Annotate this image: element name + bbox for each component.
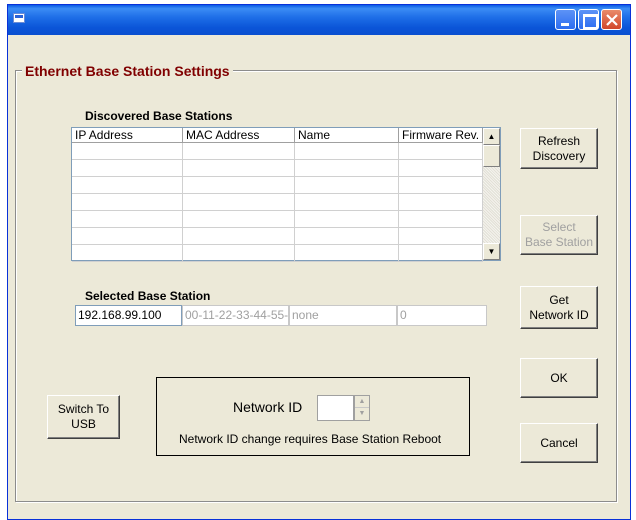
ok-button[interactable]: OK	[520, 358, 598, 398]
cancel-button[interactable]: Cancel	[520, 423, 598, 463]
app-icon[interactable]	[13, 13, 25, 23]
row-cell-name	[295, 160, 399, 177]
arrow-down-icon: ▼	[487, 247, 496, 256]
row-cell-firmware	[399, 228, 483, 245]
refresh-discovery-button[interactable]: Refresh Discovery	[520, 128, 598, 169]
discovered-label: Discovered Base Stations	[85, 109, 233, 123]
row-cell-ip	[72, 160, 183, 177]
row-cell-ip	[72, 194, 183, 211]
row-cell-mac	[183, 245, 295, 262]
list-row[interactable]	[72, 160, 483, 177]
list-row[interactable]	[72, 143, 483, 160]
row-cell-name	[295, 211, 399, 228]
list-row[interactable]	[72, 245, 483, 262]
selected-label: Selected Base Station	[85, 289, 211, 303]
row-cell-firmware	[399, 245, 483, 262]
list-header: IP Address MAC Address Name Firmware Rev…	[72, 128, 483, 143]
row-cell-name	[295, 194, 399, 211]
title-bar[interactable]	[8, 5, 630, 35]
scroll-down-button[interactable]: ▼	[483, 243, 500, 260]
network-id-input[interactable]	[317, 395, 354, 421]
row-cell-name	[295, 143, 399, 160]
close-button[interactable]	[601, 9, 622, 30]
get-label-line2: Network ID	[529, 307, 589, 322]
row-cell-ip	[72, 211, 183, 228]
row-cell-mac	[183, 160, 295, 177]
selected-mac-field: 00-11-22-33-44-55-	[182, 305, 289, 326]
row-cell-ip	[72, 245, 183, 262]
selected-name-field: none	[289, 305, 397, 326]
row-cell-mac	[183, 194, 295, 211]
scroll-up-button[interactable]: ▲	[483, 128, 500, 145]
spin-down-icon[interactable]: ▼	[355, 408, 369, 420]
row-cell-firmware	[399, 143, 483, 160]
select-label-line2: Base Station	[524, 235, 594, 249]
refresh-label-line1: Refresh	[537, 133, 581, 148]
list-row[interactable]	[72, 228, 483, 245]
switch-to-usb-button[interactable]: Switch To USB	[47, 395, 120, 439]
list-scrollbar[interactable]: ▲ ▼	[483, 128, 500, 260]
row-cell-firmware	[399, 160, 483, 177]
row-cell-mac	[183, 143, 295, 160]
select-label-line1: Select	[542, 220, 576, 234]
selected-firmware-field: 0	[397, 305, 487, 326]
selected-ip-field[interactable]: 192.168.99.100	[75, 305, 182, 326]
column-firmware-rev[interactable]: Firmware Rev.	[399, 128, 483, 143]
row-cell-ip	[72, 177, 183, 194]
refresh-label-line2: Discovery	[532, 148, 586, 163]
maximize-button[interactable]	[578, 9, 599, 30]
get-network-id-button[interactable]: Get Network ID	[520, 286, 598, 329]
network-id-label: Network ID	[233, 399, 303, 415]
row-cell-mac	[183, 211, 295, 228]
group-title: Ethernet Base Station Settings	[22, 63, 233, 79]
row-cell-mac	[183, 177, 295, 194]
get-label-line1: Get	[549, 292, 569, 307]
row-cell-firmware	[399, 194, 483, 211]
network-id-note: Network ID change requires Base Station …	[179, 432, 442, 446]
row-cell-mac	[183, 228, 295, 245]
list-row[interactable]	[72, 211, 483, 228]
column-ip-address[interactable]: IP Address	[72, 128, 183, 143]
row-cell-name	[295, 177, 399, 194]
column-mac-address[interactable]: MAC Address	[183, 128, 295, 143]
switch-label-line1: Switch To	[57, 402, 110, 416]
minimize-button[interactable]	[555, 9, 576, 30]
row-cell-firmware	[399, 211, 483, 228]
column-name[interactable]: Name	[295, 128, 399, 143]
row-cell-firmware	[399, 177, 483, 194]
select-base-station-button[interactable]: Select Base Station	[520, 215, 598, 255]
base-station-list[interactable]: IP Address MAC Address Name Firmware Rev…	[71, 127, 501, 262]
row-cell-name	[295, 228, 399, 245]
spin-up-icon[interactable]: ▲	[355, 396, 369, 408]
row-cell-ip	[72, 228, 183, 245]
row-cell-ip	[72, 143, 183, 160]
arrow-up-icon: ▲	[487, 132, 496, 141]
close-icon	[606, 14, 618, 26]
list-rows	[72, 143, 483, 262]
scroll-thumb[interactable]	[483, 145, 500, 167]
network-id-spinner[interactable]: ▲ ▼	[354, 395, 370, 421]
row-cell-name	[295, 245, 399, 262]
list-row[interactable]	[72, 177, 483, 194]
switch-label-line2: USB	[71, 417, 96, 431]
list-row[interactable]	[72, 194, 483, 211]
